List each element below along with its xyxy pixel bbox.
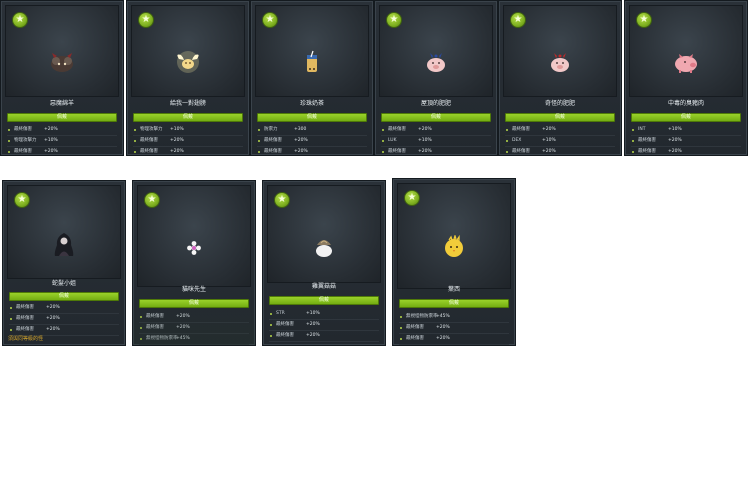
collection-badge-icon: ★ [138, 12, 154, 28]
stat-row: 最終傷害+20% [631, 147, 741, 155]
stat-list: 最終傷害 +20% 物理攻擊力 +10% 最終傷害 +20% [7, 125, 117, 155]
monster-card: ★ 屋頂的肥肥 佩戴 最終傷害 +20% LUK +10% 最終傷害 +20% [374, 0, 498, 156]
card-portrait: ★ [629, 5, 743, 97]
bubble-tea-icon [307, 50, 317, 72]
monster-card: ★ 珍珠奶茶 佩戴 防禦力 +300 最終傷害 +20% 最終傷害 +20% [250, 0, 374, 156]
stat-list: 無視怪物防禦率 +45% 最終傷害 +20% 最終傷害 +20% [399, 312, 509, 345]
stat-list: INT +10% 最終傷害 +20% 最終傷害 +20% [631, 125, 741, 155]
wear-button[interactable]: 佩戴 [631, 113, 741, 122]
stat-row: LUK +10% [381, 136, 491, 147]
stat-row: 最終傷害+20% [381, 125, 491, 136]
monster-name: 屋頂的肥肥 [420, 100, 451, 107]
stat-row: 最終傷害+20% [7, 147, 117, 155]
wear-button[interactable]: 佩戴 [381, 113, 491, 122]
wear-button[interactable]: 佩戴 [269, 296, 379, 305]
monster-card: ★ 雞翼菇菇 佩戴 STR +10% 最終傷害 +20% 最終傷害 +20% [262, 180, 386, 346]
stat-list: 防禦力 +300 最終傷害 +20% 最終傷害 +20% [257, 125, 367, 155]
card-portrait: ★ [5, 5, 119, 97]
card-portrait: ★ [379, 5, 493, 97]
monster-name: 珍珠奶茶 [299, 100, 324, 107]
stat-row: 最終傷害+20% [269, 320, 379, 331]
stat-row: 最終傷害+20% [381, 147, 491, 155]
flower-cat-icon [187, 241, 201, 255]
collection-badge-icon: ★ [14, 192, 30, 208]
stat-list: 最終傷害 +20% DEX +10% 最終傷害 +20% [505, 125, 615, 155]
card-portrait: ★ [7, 185, 121, 279]
monster-name: 貓咪先生 [181, 286, 206, 293]
card-portrait: ★ [131, 5, 245, 97]
collection-badge-icon: ★ [262, 12, 278, 28]
monster-card: ★ 蛇髮小姐 佩戴 最終傷害 +20% 最終傷害 +20% 最終傷害 +20% 須與同… [2, 180, 126, 346]
card-portrait: ★ [397, 183, 511, 289]
collection-badge-icon: ★ [404, 190, 420, 206]
pig-red-ribbon-icon [551, 53, 569, 72]
wear-button[interactable]: 佩戴 [399, 299, 509, 308]
monster-card: ★ 奇怪的肥肥 佩戴 最終傷害 +20% DEX +10% 最終傷害 +20% [498, 0, 622, 156]
monster-card: ★ 葉西 佩戴 無視怪物防禦率 +45% 最終傷害 +20% 最終傷害 +20% [392, 178, 516, 346]
stat-row: 最終傷害+20% [9, 314, 119, 325]
collection-badge-icon: ★ [274, 192, 290, 208]
stat-row: 最終傷害+20% [505, 147, 615, 155]
monster-name: 給我一對翅膀 [169, 100, 206, 107]
monster-card: ★ 中毒的臭豬肉 佩戴 INT +10% 最終傷害 +20% 最終傷害 +20% [624, 0, 748, 156]
requirement-note: 須與同等級的怪 [8, 336, 44, 342]
wear-button[interactable]: 佩戴 [9, 292, 119, 301]
monster-card: ★ 惡魔綿羊 佩戴 最終傷害 +20% 物理攻擊力 +10% 最終傷害 +20% [0, 0, 124, 156]
stat-row: INT +10% [631, 125, 741, 136]
yellow-chick-icon [445, 235, 463, 257]
devil-sheep-icon [51, 53, 73, 72]
card-portrait: ★ [255, 5, 369, 97]
pink-pig-icon [675, 54, 697, 73]
collection-badge-icon: ★ [386, 12, 402, 28]
dark-lady-icon [54, 233, 74, 256]
stat-row: 物理攻擊力 +10% [133, 125, 243, 136]
stat-row: 物理攻擊力 +10% [7, 136, 117, 147]
stat-row: 最終傷害+20% [505, 125, 615, 136]
stat-list: 最終傷害 +20% 最終傷害 +20% 最終傷害 +20% [9, 303, 119, 336]
mushroom-bag-icon [316, 240, 332, 257]
monster-name: 中毒的臭豬肉 [667, 100, 704, 107]
monster-name: 雞翼菇菇 [311, 283, 336, 290]
stat-row: DEX +10% [505, 136, 615, 147]
stat-row: 最終傷害+20% [269, 331, 379, 342]
card-portrait: ★ [267, 185, 381, 283]
stat-row: 最終傷害+20% [399, 323, 509, 334]
collection-badge-icon: ★ [636, 12, 652, 28]
stat-row: 最終傷害+20% [257, 147, 367, 155]
stat-row: 最終傷害+20% [399, 334, 509, 345]
monster-name: 葉西 [447, 286, 460, 293]
wear-button[interactable]: 佩戴 [133, 113, 243, 122]
pig-ribbon-icon [427, 53, 445, 72]
wear-button[interactable]: 佩戴 [257, 113, 367, 122]
stat-row: 最終傷害+20% [631, 136, 741, 147]
stat-row: 防禦力 +300 [257, 125, 367, 136]
stat-row: 最終傷害+20% [7, 125, 117, 136]
card-portrait: ★ [503, 5, 617, 97]
wear-button[interactable]: 佩戴 [7, 113, 117, 122]
stat-row: 無視怪物防禦率+45% [399, 312, 509, 323]
stat-list: STR +10% 最終傷害 +20% 最終傷害 +20% [269, 309, 379, 342]
stat-list: 最終傷害 +20% LUK +10% 最終傷害 +20% [381, 125, 491, 155]
stat-row: 最終傷害+20% [257, 136, 367, 147]
collection-badge-icon: ★ [510, 12, 526, 28]
stat-row: 最終傷害+20% [133, 136, 243, 147]
monster-card: ★ 給我一對翅膀 佩戴 物理攻擊力 +10% 最終傷害 +20% 最終傷害 +20% [126, 0, 250, 156]
monster-name: 蛇髮小姐 [51, 280, 76, 287]
winged-fairy-icon [177, 51, 199, 73]
stat-row: 最終傷害+20% [9, 303, 119, 314]
card-background-decor [133, 305, 255, 345]
wear-button[interactable]: 佩戴 [505, 113, 615, 122]
collection-badge-icon: ★ [144, 192, 160, 208]
stat-row: 最終傷害+20% [133, 147, 243, 155]
collection-badge-icon: ★ [12, 12, 28, 28]
stat-list: 物理攻擊力 +10% 最終傷害 +20% 最終傷害 +20% [133, 125, 243, 155]
card-portrait: ★ [137, 185, 251, 287]
monster-name: 惡魔綿羊 [49, 100, 74, 107]
monster-name: 奇怪的肥肥 [544, 100, 575, 107]
monster-card: ★ 貓咪先生 佩戴 最終傷害+20% 最終傷害+20% 無視怪物防禦率+45% [132, 180, 256, 346]
stat-row: STR +10% [269, 309, 379, 320]
